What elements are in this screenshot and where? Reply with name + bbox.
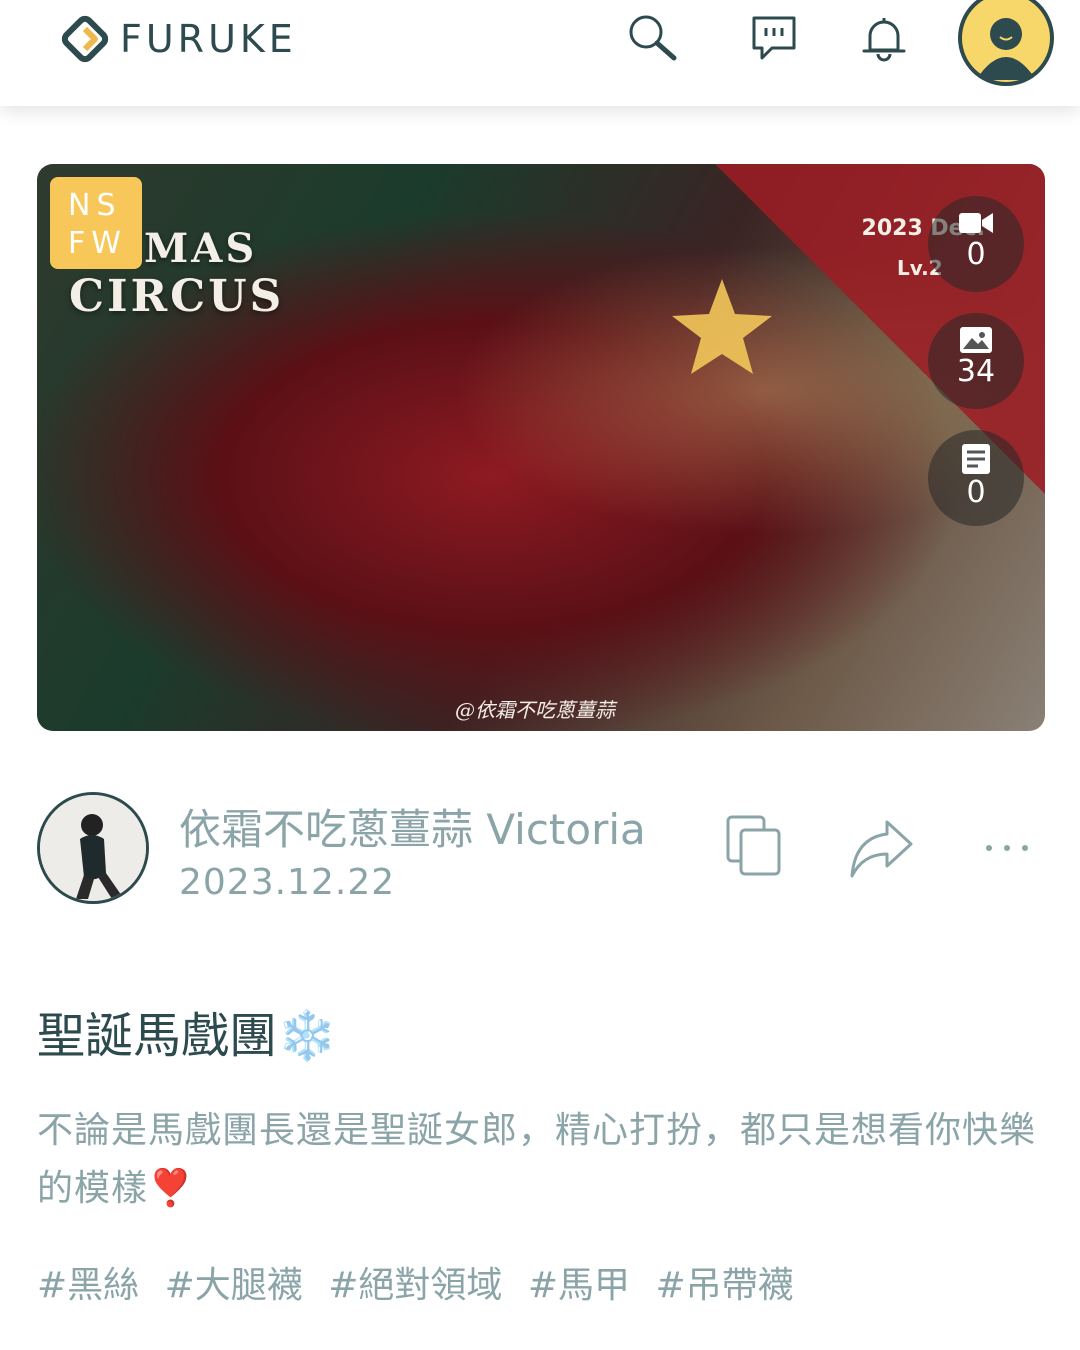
author-avatar[interactable] [37, 792, 149, 904]
brand-logo[interactable]: FURUKE [60, 12, 297, 66]
tag-black-stockings[interactable]: #黑絲 [37, 1265, 139, 1306]
message-icon[interactable] [746, 10, 802, 66]
copy-icon[interactable] [725, 814, 783, 878]
nsfw-badge-line2: FW [68, 226, 127, 261]
brand-name: FURUKE [120, 17, 297, 61]
tag-corset[interactable]: #馬甲 [528, 1265, 630, 1306]
image-icon [960, 327, 992, 353]
search-icon[interactable] [624, 10, 680, 66]
logo-mark-icon [61, 15, 109, 63]
post-cover-image[interactable]: MAS CIRCUS 2023 Dec. Lv.2 @依霜不吃蔥薑蒜 [37, 164, 1045, 731]
post-title: 聖誕馬戲團❄️ [37, 1008, 337, 1064]
star-decoration-icon [672, 279, 772, 374]
article-icon [962, 444, 990, 474]
tag-thigh-highs[interactable]: #大腿襪 [165, 1265, 303, 1306]
author-row: 依霜不吃蔥薑蒜 Victoria 2023.12.22 [37, 792, 1045, 912]
cover-title-line2: CIRCUS [69, 271, 285, 322]
user-avatar[interactable] [958, 0, 1054, 86]
tag-list: #黑絲 #大腿襪 #絕對領域 #馬甲 #吊帶襪 [37, 1256, 808, 1308]
cover-watermark: @依霜不吃蔥薑蒜 [455, 698, 615, 722]
author-name[interactable]: 依霜不吃蔥薑蒜 Victoria [179, 796, 646, 857]
post-date: 2023.12.22 [179, 862, 396, 903]
video-icon [959, 213, 993, 233]
top-header: FURUKE [0, 0, 1080, 106]
tag-absolute-territory[interactable]: #絕對領域 [328, 1265, 502, 1306]
video-count-stat: 0 [928, 196, 1024, 292]
author-photo-icon [40, 795, 146, 901]
video-count: 0 [966, 237, 986, 272]
tag-garter-stockings[interactable]: #吊帶襪 [656, 1265, 794, 1306]
image-count: 34 [956, 354, 996, 389]
nsfw-badge-line1: NS [68, 188, 122, 223]
user-avatar-icon [962, 0, 1050, 82]
article-count: 0 [966, 475, 986, 510]
more-icon[interactable] [983, 838, 1031, 858]
post-body: 不論是馬戲團長還是聖誕女郎，精心打扮，都只是想看你快樂的模樣❣️ [37, 1110, 1037, 1209]
nsfw-badge: NS FW [50, 177, 142, 269]
article-count-stat: 0 [928, 430, 1024, 526]
share-icon[interactable] [849, 818, 913, 878]
image-count-stat: 34 [928, 313, 1024, 409]
bell-icon[interactable] [856, 10, 912, 66]
